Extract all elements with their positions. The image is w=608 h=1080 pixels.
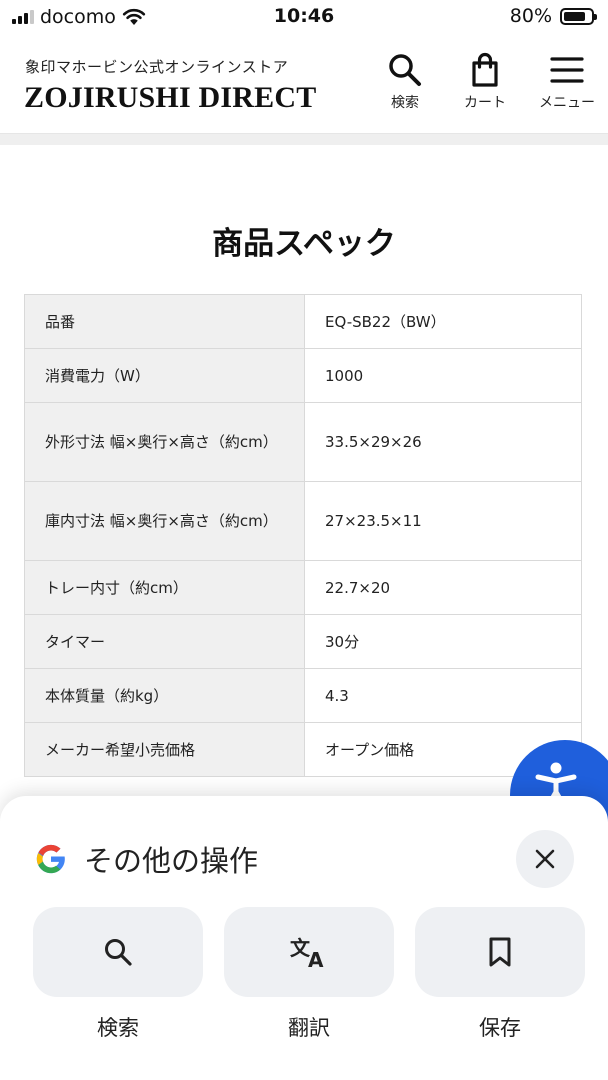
sheet-title: その他の操作 <box>84 844 259 878</box>
spec-key: トレー内寸（約cm） <box>24 560 305 615</box>
close-icon <box>535 849 555 869</box>
action-search-label: 検索 <box>97 1016 139 1040</box>
header-search-button[interactable]: 検索 <box>367 52 443 114</box>
spec-key: メーカー希望小売価格 <box>24 722 305 777</box>
search-label: 検索 <box>391 95 419 111</box>
spec-value: 4.3 <box>304 668 582 723</box>
action-translate-label: 翻訳 <box>288 1016 330 1040</box>
spec-value: 27×23.5×11 <box>304 481 582 561</box>
spec-value: 33.5×29×26 <box>304 402 582 482</box>
menu-label: メニュー <box>539 95 595 111</box>
bookmark-icon <box>489 937 511 967</box>
spec-key: 外形寸法 幅×奥行×高さ（約cm） <box>24 402 305 482</box>
cart-label: カート <box>464 95 506 111</box>
hamburger-menu-icon <box>550 57 584 83</box>
battery-icon <box>560 7 597 25</box>
table-row: 本体質量（約kg） 4.3 <box>24 668 582 723</box>
battery-fill <box>564 11 585 21</box>
spec-section-title: 商品スペック <box>212 226 396 262</box>
action-save-button[interactable] <box>415 907 585 997</box>
close-sheet-button[interactable] <box>516 830 574 888</box>
header-cart-button[interactable]: カート <box>447 52 523 114</box>
table-row: 消費電力（W） 1000 <box>24 348 582 403</box>
table-row: 外形寸法 幅×奥行×高さ（約cm） 33.5×29×26 <box>24 402 582 482</box>
google-logo-icon <box>36 844 65 874</box>
spec-value: 30分 <box>304 614 582 669</box>
spec-key: タイマー <box>24 614 305 669</box>
header-divider-band <box>0 134 608 145</box>
spec-key: 消費電力（W） <box>24 348 305 403</box>
spec-table: 品番 EQ-SB22（BW） 消費電力（W） 1000 外形寸法 幅×奥行×高さ… <box>24 294 582 777</box>
table-row: トレー内寸（約cm） 22.7×20 <box>24 560 582 615</box>
battery-percent: 80% <box>509 5 552 27</box>
table-row: 庫内寸法 幅×奥行×高さ（約cm） 27×23.5×11 <box>24 481 582 561</box>
search-icon <box>105 939 132 966</box>
spec-value: EQ-SB22（BW） <box>304 294 582 349</box>
brand-logo[interactable]: ZOJIRUSHI DIRECT <box>24 81 316 115</box>
spec-key: 本体質量（約kg） <box>24 668 305 723</box>
header-menu-button[interactable]: メニュー <box>529 52 605 114</box>
spec-key: 庫内寸法 幅×奥行×高さ（約cm） <box>24 481 305 561</box>
spec-value: 1000 <box>304 348 582 403</box>
table-row: タイマー 30分 <box>24 614 582 669</box>
brand-subtitle: 象印マホービン公式オンラインストア <box>25 58 289 76</box>
site-header: 象印マホービン公式オンラインストア ZOJIRUSHI DIRECT 検索 カー… <box>0 34 608 134</box>
translate-icon: 文 A <box>290 936 324 970</box>
shopping-bag-icon <box>472 52 498 87</box>
table-row: 品番 EQ-SB22（BW） <box>24 294 582 349</box>
status-bar: docomo 10:46 80% <box>0 0 608 34</box>
svg-text:A: A <box>308 948 324 970</box>
more-actions-sheet: その他の操作 文 A 検索 翻訳 保存 <box>0 796 608 1080</box>
table-row: メーカー希望小売価格 オープン価格 <box>24 722 582 777</box>
action-search-button[interactable] <box>33 907 203 997</box>
action-translate-button[interactable]: 文 A <box>224 907 394 997</box>
spec-key: 品番 <box>24 294 305 349</box>
search-icon <box>389 54 421 86</box>
spec-value: 22.7×20 <box>304 560 582 615</box>
action-save-label: 保存 <box>479 1016 521 1040</box>
